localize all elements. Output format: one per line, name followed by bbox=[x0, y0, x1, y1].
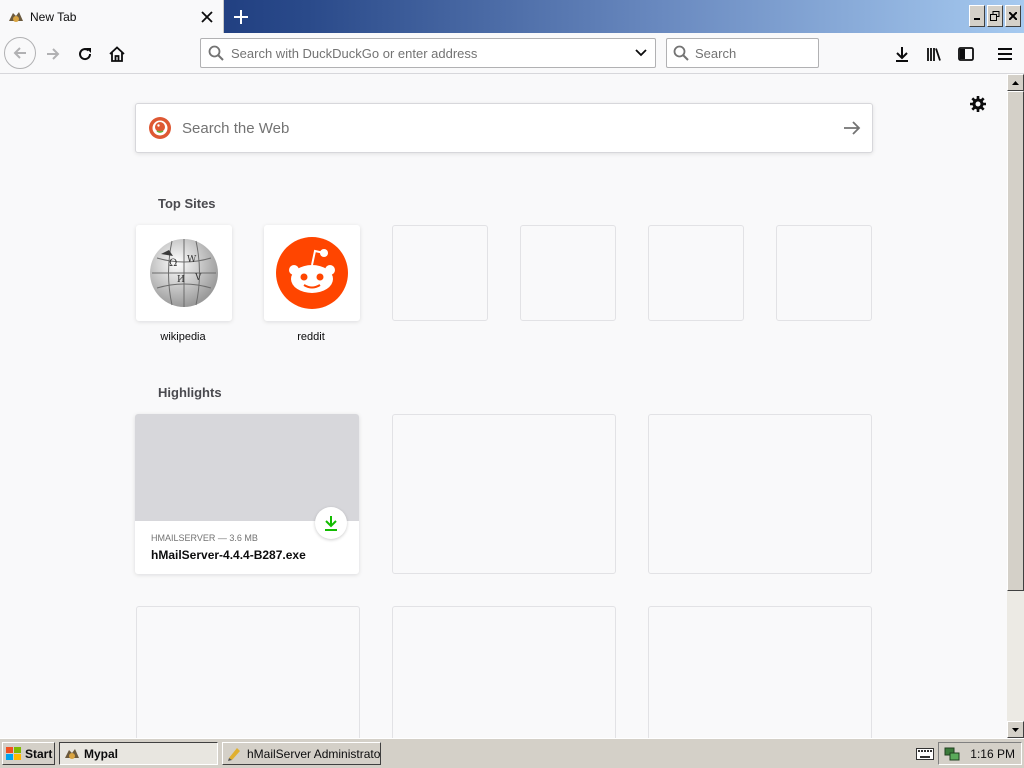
tab-title: New Tab bbox=[30, 9, 77, 24]
keyboard-icon[interactable] bbox=[916, 748, 934, 760]
top-site-label: reddit bbox=[297, 331, 325, 343]
reddit-alien-icon bbox=[276, 237, 348, 309]
library-icon bbox=[927, 48, 941, 61]
highlight-meta: hMailServer — 3.6 MB bbox=[151, 533, 258, 543]
start-button[interactable]: Start bbox=[2, 742, 55, 765]
new-tab-button[interactable] bbox=[228, 4, 254, 30]
address-input[interactable] bbox=[231, 45, 627, 61]
scroll-up-button[interactable] bbox=[1007, 74, 1024, 91]
network-icon[interactable] bbox=[944, 746, 960, 762]
highlight-preview bbox=[135, 414, 359, 521]
home-icon bbox=[109, 46, 125, 62]
highlights-title: Highlights bbox=[158, 385, 222, 400]
search-bar[interactable] bbox=[666, 38, 819, 68]
tab-new-tab[interactable]: New Tab bbox=[0, 0, 224, 33]
downloads-button[interactable] bbox=[887, 39, 917, 69]
address-bar[interactable] bbox=[200, 38, 656, 68]
sidebar-icon bbox=[958, 47, 974, 61]
gear-icon bbox=[970, 96, 986, 112]
system-tray: 1:16 PM bbox=[938, 742, 1022, 765]
hmailserver-icon bbox=[228, 747, 240, 761]
reload-button[interactable] bbox=[70, 39, 100, 69]
chevron-down-icon bbox=[635, 49, 647, 57]
search-input[interactable] bbox=[695, 45, 805, 61]
top-site-label: wikipedia bbox=[160, 331, 206, 343]
scroll-thumb[interactable] bbox=[1007, 91, 1024, 591]
highlight-card-download[interactable]: hMailServer — 3.6 MB hMailServer-4.4.4-B… bbox=[135, 414, 359, 574]
highlight-placeholder bbox=[136, 606, 360, 738]
highlight-placeholder bbox=[648, 414, 872, 574]
new-tab-page: Top Sites Ω W И V wikipedia bbox=[0, 74, 1007, 738]
triangle-up-icon bbox=[1012, 80, 1019, 85]
web-search-input[interactable] bbox=[182, 119, 832, 137]
address-dropdown-button[interactable] bbox=[627, 49, 655, 57]
menu-button[interactable] bbox=[990, 39, 1020, 69]
forward-button[interactable] bbox=[38, 39, 68, 69]
tab-close-button[interactable] bbox=[195, 5, 219, 29]
duckduckgo-logo-icon bbox=[149, 117, 171, 139]
svg-text:Ω: Ω bbox=[169, 258, 177, 269]
navigation-toolbar bbox=[0, 33, 1024, 74]
top-site-placeholder bbox=[776, 225, 872, 321]
web-search-box[interactable] bbox=[135, 103, 873, 153]
mypal-logo-icon bbox=[65, 748, 79, 759]
close-icon bbox=[1009, 12, 1017, 20]
page-settings-button[interactable] bbox=[968, 94, 988, 114]
start-label: Start bbox=[25, 746, 53, 761]
search-icon bbox=[667, 45, 695, 61]
back-arrow-icon bbox=[13, 47, 26, 59]
arrow-right-icon bbox=[844, 121, 861, 135]
window-minimize-button[interactable] bbox=[969, 5, 985, 27]
search-icon bbox=[201, 45, 231, 61]
minimize-icon bbox=[974, 18, 980, 20]
title-bar: New Tab bbox=[0, 0, 1024, 33]
windows-taskbar: Start Mypal hMailServer Administrato... … bbox=[0, 738, 1024, 768]
triangle-down-icon bbox=[1012, 727, 1019, 732]
highlight-filename: hMailServer-4.4.4-B287.exe bbox=[151, 548, 306, 562]
web-search-submit-button[interactable] bbox=[832, 121, 872, 135]
download-badge bbox=[315, 507, 347, 539]
taskbar-item-mypal[interactable]: Mypal bbox=[59, 742, 218, 765]
svg-text:V: V bbox=[194, 273, 202, 283]
reload-icon bbox=[79, 48, 92, 61]
taskbar-item-label: hMailServer Administrato... bbox=[247, 746, 381, 761]
wikipedia-globe-icon: Ω W И V bbox=[150, 239, 218, 307]
download-icon bbox=[325, 516, 337, 531]
top-site-placeholder bbox=[392, 225, 488, 321]
hamburger-menu-icon bbox=[998, 48, 1012, 60]
home-button[interactable] bbox=[102, 39, 132, 69]
windows-logo-icon bbox=[6, 746, 21, 760]
sidebar-button[interactable] bbox=[951, 39, 981, 69]
top-site-placeholder bbox=[648, 225, 744, 321]
window-restore-button[interactable] bbox=[987, 5, 1003, 27]
plus-icon bbox=[234, 10, 248, 24]
top-site-tile-wikipedia[interactable]: Ω W И V bbox=[136, 225, 232, 321]
mypal-logo-icon bbox=[9, 11, 23, 22]
clock[interactable]: 1:16 PM bbox=[970, 747, 1015, 761]
window-close-button[interactable] bbox=[1005, 5, 1021, 27]
svg-text:И: И bbox=[177, 275, 185, 285]
scroll-down-button[interactable] bbox=[1007, 721, 1024, 738]
top-site-tile-reddit[interactable] bbox=[264, 225, 360, 321]
close-icon bbox=[201, 10, 213, 23]
top-sites-title: Top Sites bbox=[158, 196, 216, 211]
forward-arrow-icon bbox=[47, 48, 60, 60]
highlight-placeholder bbox=[648, 606, 872, 738]
svg-text:W: W bbox=[187, 255, 197, 265]
taskbar-item-label: Mypal bbox=[84, 746, 119, 761]
library-button[interactable] bbox=[919, 39, 949, 69]
highlight-placeholder bbox=[392, 606, 616, 738]
restore-icon bbox=[990, 11, 1000, 21]
back-button[interactable] bbox=[4, 37, 36, 69]
top-site-placeholder bbox=[520, 225, 616, 321]
highlight-placeholder bbox=[392, 414, 616, 574]
taskbar-item-hmailserver[interactable]: hMailServer Administrato... bbox=[222, 742, 381, 765]
download-icon bbox=[896, 47, 908, 62]
vertical-scrollbar[interactable] bbox=[1007, 74, 1024, 738]
